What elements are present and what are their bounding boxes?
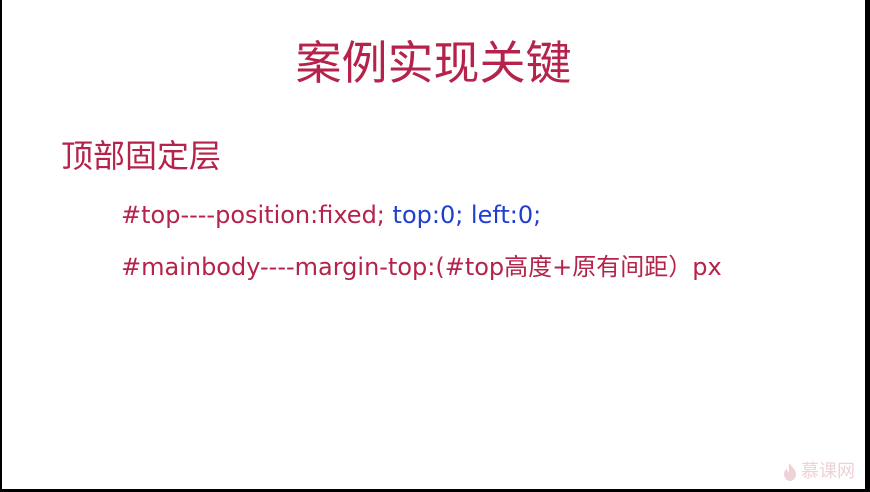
watermark-text: 慕课网	[801, 461, 855, 482]
code-line-mainbody: #mainbody----margin-top:(#top高度+原有间距）px	[121, 253, 722, 281]
flame-icon	[783, 463, 797, 481]
code-line-top: #top----position:fixed; top:0; left:0;	[121, 199, 541, 231]
slide-title: 案例实现关键	[295, 36, 572, 90]
section-heading: 顶部固定层	[61, 137, 222, 175]
watermark: 慕课网	[783, 461, 855, 483]
code-top-position: #top----position:fixed;	[121, 201, 393, 229]
code-top-offsets: top:0; left:0;	[392, 201, 542, 229]
slide: 案例实现关键 顶部固定层 #top----position:fixed; top…	[2, 0, 865, 489]
